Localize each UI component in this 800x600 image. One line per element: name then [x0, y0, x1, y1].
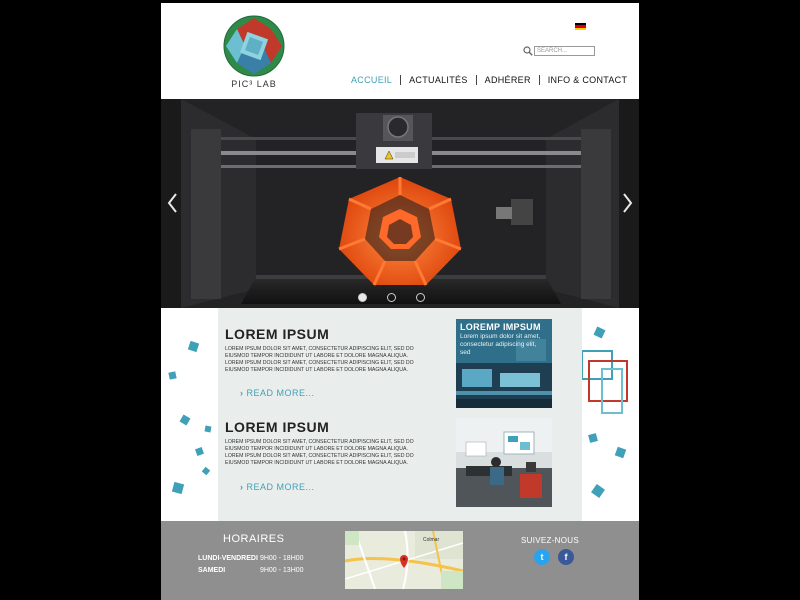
hours-row: SAMEDI 9H00 - 13H00 [198, 567, 304, 574]
article-text: LOREM IPSUM DOLOR SIT AMET, CONSECTETUR … [225, 360, 414, 373]
search-icon[interactable] [523, 46, 533, 56]
footer: HORAIRES LUNDI-VENDREDI 9H00 - 18H00 SAM… [161, 521, 639, 600]
hero-image-3d-printer [161, 99, 639, 308]
map-image [345, 531, 463, 589]
chevron-right-icon: › [240, 482, 244, 492]
decor-square [179, 414, 191, 426]
flag-stripe [575, 27, 586, 30]
header: PIC³ LAB SEARCH... ACCUEIL ACTUALITÉS AD… [161, 3, 639, 99]
articles-panel: LOREM IPSUM LOREM IPSUM DOLOR SIT AMET, … [218, 308, 582, 521]
article-thumbnail[interactable] [456, 418, 552, 507]
hours-row: LUNDI-VENDREDI 9H00 - 18H00 [198, 555, 304, 562]
decor-square [614, 446, 627, 459]
article-text: LOREM IPSUM DOLOR SIT AMET, CONSECTETUR … [225, 439, 414, 452]
article-text: LOREM IPSUM DOLOR SIT AMET, CONSECTETUR … [225, 346, 414, 359]
nav-item-actualites[interactable]: ACTUALITÉS [401, 75, 476, 85]
facebook-icon[interactable]: f [558, 549, 574, 565]
slider-dot[interactable] [416, 293, 425, 302]
article-title[interactable]: LOREM IPSUM [225, 326, 415, 342]
chevron-right-icon: › [240, 388, 244, 398]
search-input[interactable]: SEARCH... [534, 46, 595, 56]
hours-title: HORAIRES [223, 533, 285, 545]
follow-title: SUIVEZ-NOUS [521, 536, 579, 545]
slider-dot[interactable] [358, 293, 367, 302]
hours-day: LUNDI-VENDREDI [198, 555, 258, 562]
logo-text: PIC³ LAB [231, 79, 277, 89]
hero-slider [161, 99, 639, 308]
location-map[interactable]: Colmar [345, 531, 463, 589]
german-flag-icon[interactable] [575, 23, 586, 30]
decor-square [588, 433, 598, 443]
article-card: LOREM IPSUM LOREM IPSUM DOLOR SIT AMET, … [225, 326, 415, 374]
slider-dot[interactable] [387, 293, 396, 302]
decor-square [201, 466, 211, 476]
decor-frame [601, 368, 623, 414]
pic3-lab-logo[interactable] [223, 15, 285, 77]
content-section: LOREM IPSUM LOREM IPSUM DOLOR SIT AMET, … [161, 308, 639, 521]
article-title[interactable]: LOREM IPSUM [225, 419, 415, 435]
page: PIC³ LAB SEARCH... ACCUEIL ACTUALITÉS AD… [161, 3, 639, 600]
chevron-right-icon[interactable] [617, 191, 637, 215]
decor-square [591, 484, 605, 498]
decor-square [171, 481, 185, 495]
search-box: SEARCH... [523, 46, 595, 56]
decor-square [593, 326, 606, 339]
article-text: LOREM IPSUM DOLOR SIT AMET, CONSECTETUR … [225, 453, 414, 466]
decor-square [195, 447, 204, 456]
hours-day: SAMEDI [198, 567, 226, 574]
hours-time: 9H00 - 18H00 [259, 555, 304, 562]
nav-item-accueil[interactable]: ACCUEIL [343, 75, 400, 85]
decor-square [187, 340, 200, 353]
nav-item-adherer[interactable]: ADHÉRER [477, 75, 539, 85]
decor-square [204, 425, 212, 433]
read-more-label: READ MORE... [246, 482, 315, 492]
thumbnail-text: Lorem ipsum dolor sit amet, consectetur … [460, 333, 541, 356]
article-thumbnail[interactable]: LOREMP IMPSUM Lorem ipsum dolor sit amet… [456, 319, 552, 408]
read-more-label: READ MORE... [246, 388, 315, 398]
chevron-left-icon[interactable] [163, 191, 183, 215]
hours-time: 9H00 - 13H00 [259, 567, 304, 574]
nav-item-info-contact[interactable]: INFO & CONTACT [540, 75, 636, 85]
twitter-icon[interactable]: t [534, 549, 550, 565]
decor-square [168, 371, 177, 380]
main-nav: ACCUEIL ACTUALITÉS ADHÉRER INFO & CONTAC… [343, 74, 635, 86]
slider-dots [358, 293, 425, 302]
read-more-link[interactable]: › READ MORE... [240, 482, 315, 492]
thumbnail-title: LOREMP IMPSUM [460, 322, 541, 332]
article-card: LOREM IPSUM LOREM IPSUM DOLOR SIT AMET, … [225, 419, 415, 467]
read-more-link[interactable]: › READ MORE... [240, 388, 315, 398]
thumbnail-image [456, 418, 552, 507]
map-city-label: Colmar [423, 537, 440, 543]
